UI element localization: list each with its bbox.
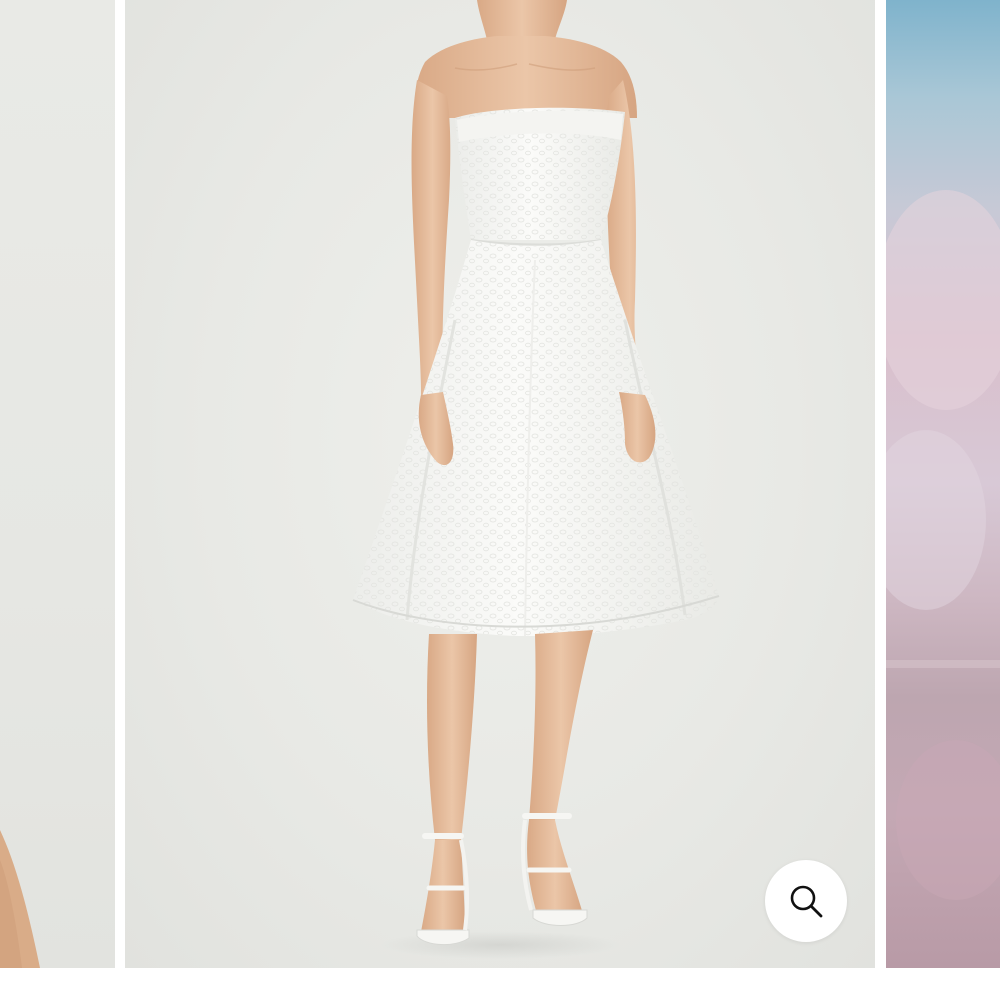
- gallery-slide-previous[interactable]: [0, 0, 115, 968]
- zoom-button[interactable]: [765, 860, 847, 942]
- product-image-gallery: [0, 0, 1000, 1000]
- gallery-slide-current[interactable]: [125, 0, 875, 968]
- product-photo-white-strapless-dress: [352, 0, 720, 959]
- product-photo-partial: [0, 830, 40, 968]
- product-photo-partial: [886, 190, 1000, 900]
- gallery-slide-next[interactable]: [886, 0, 1000, 968]
- search-icon: [790, 885, 823, 918]
